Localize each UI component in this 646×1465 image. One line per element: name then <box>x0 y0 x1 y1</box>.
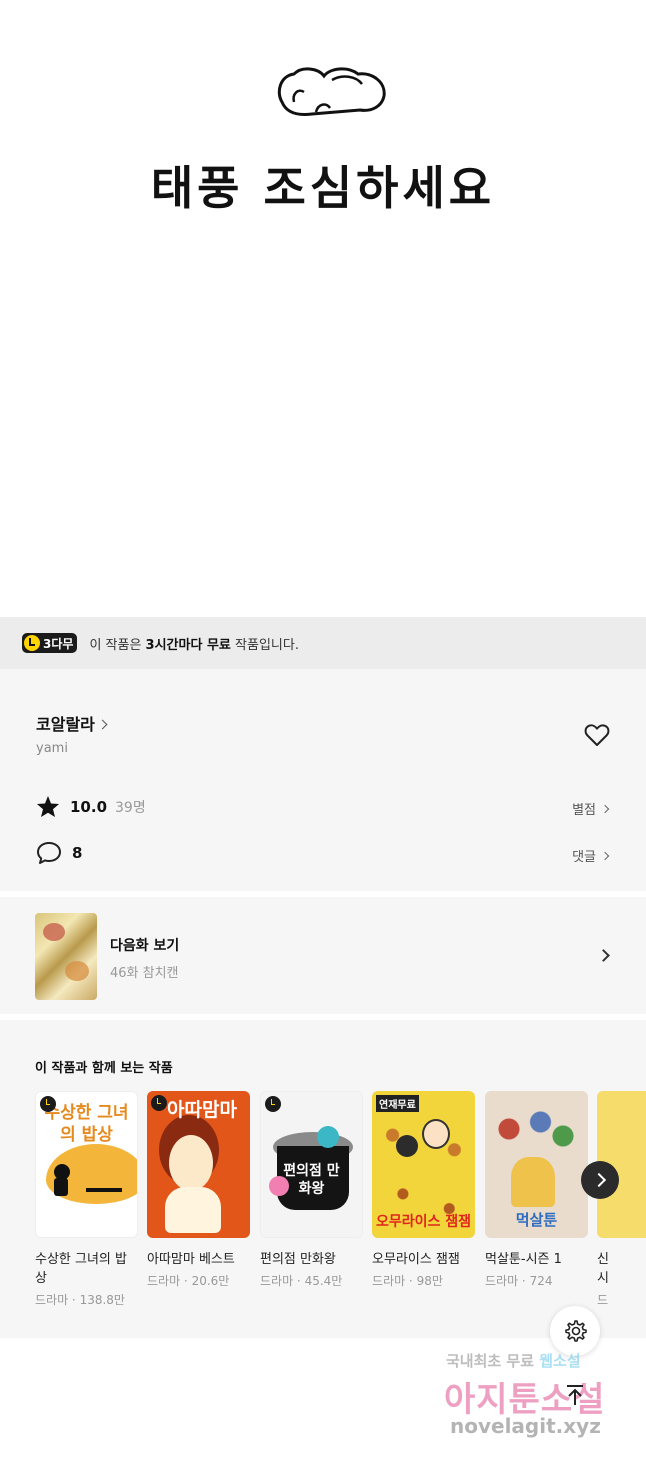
comic-caption: 태풍 조심하세요 <box>150 161 496 215</box>
cover-title: 오무라이스 잼잼 <box>375 1214 472 1230</box>
arrow-up-icon <box>567 1385 583 1405</box>
watermark-line1-a: 국내최초 무료 <box>446 1352 540 1370</box>
recommendations-section: 이 작품과 함께 보는 작품 수상한 그녀의 밥상 수상한 그녀의 밥 상 드라… <box>0 1020 646 1338</box>
rating-count: 39명 <box>115 799 146 816</box>
free-badge: 3다무 <box>22 633 78 653</box>
series-title: 코알랄라 <box>36 715 95 734</box>
koala-drawing-icon <box>277 67 386 116</box>
comic-panel: 태풍 조심하세요 <box>0 0 646 617</box>
rating-score: 10.0 <box>70 797 108 816</box>
free-banner-text: 이 작품은 3시간마다 무료 작품입니다. <box>89 634 299 653</box>
recommendation-card[interactable]: 연재무료 오무라이스 잼잼 오무라이스 잼잼 드라마 · 98만 <box>372 1091 475 1289</box>
comment-count: 8 <box>72 844 83 862</box>
recommendation-card[interactable]: 편의점 만화왕 편의점 만화왕 드라마 · 45.4만 <box>260 1091 363 1289</box>
recommendation-meta: 드라마 · 20.6만 <box>147 1274 230 1288</box>
recommendation-name: 신 시 <box>597 1250 646 1288</box>
gear-icon <box>565 1320 587 1342</box>
chevron-right-icon <box>597 949 610 962</box>
watermark: 국내최초 무료 웹소설 아지툰소설 novelagit.xyz <box>440 1348 630 1448</box>
watermark-line1-b: 웹소설 <box>539 1352 581 1370</box>
recommendation-meta: 드라마 · 138.8만 <box>35 1293 125 1307</box>
chevron-right-icon <box>600 804 610 813</box>
recommendation-name: 아따맘마 베스트 <box>147 1252 235 1267</box>
series-title-link[interactable]: 코알랄라 <box>36 711 108 735</box>
cover-tag: 연재무료 <box>376 1095 419 1112</box>
scroll-top-button[interactable] <box>552 1372 598 1418</box>
rating-row: 10.0 39명 <box>36 795 146 818</box>
free-text-prefix: 이 작품은 <box>89 637 146 653</box>
next-episode-label: 다음화 보기 <box>110 938 180 954</box>
free-badge-label: 3다무 <box>43 636 74 651</box>
next-episode-title: 46화 참치캔 <box>110 966 179 981</box>
cover-image: 편의점 만화왕 <box>260 1091 363 1238</box>
next-episode-thumbnail <box>35 913 97 1000</box>
rating-link-label: 별점 <box>572 803 596 818</box>
cover-image: 수상한 그녀의 밥상 <box>35 1091 138 1238</box>
comment-link[interactable]: 댓글 <box>572 846 610 865</box>
recommendation-name-line1: 신 <box>597 1252 609 1267</box>
cover-image: 먹살툰 <box>485 1091 588 1238</box>
recommendation-card[interactable]: 수상한 그녀의 밥상 수상한 그녀의 밥 상 드라마 · 138.8만 <box>35 1091 138 1308</box>
chevron-right-icon <box>97 719 108 730</box>
author-name: yami <box>36 741 68 756</box>
recommendation-name: 오무라이스 잼잼 <box>372 1252 460 1267</box>
recommendation-name: 수상한 그녀의 밥 상 <box>35 1250 138 1288</box>
recommendations-title: 이 작품과 함께 보는 작품 <box>35 1061 173 1076</box>
clock-icon <box>265 1096 281 1112</box>
recommendation-name: 편의점 만화왕 <box>260 1252 336 1267</box>
cover-image: 연재무료 오무라이스 잼잼 <box>372 1091 475 1238</box>
watermark-line1: 국내최초 무료 웹소설 <box>446 1350 581 1371</box>
free-text-bold: 3시간마다 무료 <box>145 637 231 653</box>
recommendation-card[interactable]: 신 시 드 <box>597 1091 646 1308</box>
recommendation-name-line2: 시 <box>597 1271 609 1286</box>
cover-title: 편의점 만화왕 <box>283 1163 340 1197</box>
cover-title: 먹살툰 <box>515 1211 558 1229</box>
clock-icon <box>40 1096 56 1112</box>
recommendation-name-line2: 상 <box>35 1271 47 1286</box>
cover-image: 아따맘마 <box>147 1091 250 1238</box>
heart-icon[interactable] <box>584 723 610 747</box>
recommendation-card[interactable]: 먹살툰 먹살툰-시즌 1 드라마 · 724 <box>485 1091 588 1289</box>
recommendation-meta: 드라마 · 45.4만 <box>260 1274 343 1288</box>
comment-icon <box>37 842 61 864</box>
recommendation-meta: 드 <box>597 1293 609 1307</box>
clock-icon <box>24 635 40 651</box>
clock-icon <box>151 1095 167 1111</box>
comment-row: 8 <box>36 841 82 865</box>
free-banner: 3다무 이 작품은 3시간마다 무료 작품입니다. <box>0 617 646 669</box>
series-info: 코알랄라 yami 10.0 39명 별점 8 댓글 <box>0 669 646 891</box>
recommendation-meta: 드라마 · 98만 <box>372 1274 443 1288</box>
free-text-suffix: 작품입니다. <box>230 637 299 653</box>
next-episode-row[interactable]: 다음화 보기 46화 참치캔 <box>0 897 646 1014</box>
chevron-right-icon <box>600 851 610 860</box>
comment-link-label: 댓글 <box>572 850 596 865</box>
carousel-next-button[interactable] <box>581 1161 619 1199</box>
recommendation-name: 먹살툰-시즌 1 <box>485 1252 562 1267</box>
recommendation-card[interactable]: 아따맘마 아따맘마 베스트 드라마 · 20.6만 <box>147 1091 250 1289</box>
recommendation-meta: 드라마 · 724 <box>485 1274 553 1288</box>
star-icon <box>37 796 59 817</box>
rating-link[interactable]: 별점 <box>572 799 610 818</box>
recommendation-name-line1: 수상한 그녀의 밥 <box>35 1252 127 1267</box>
